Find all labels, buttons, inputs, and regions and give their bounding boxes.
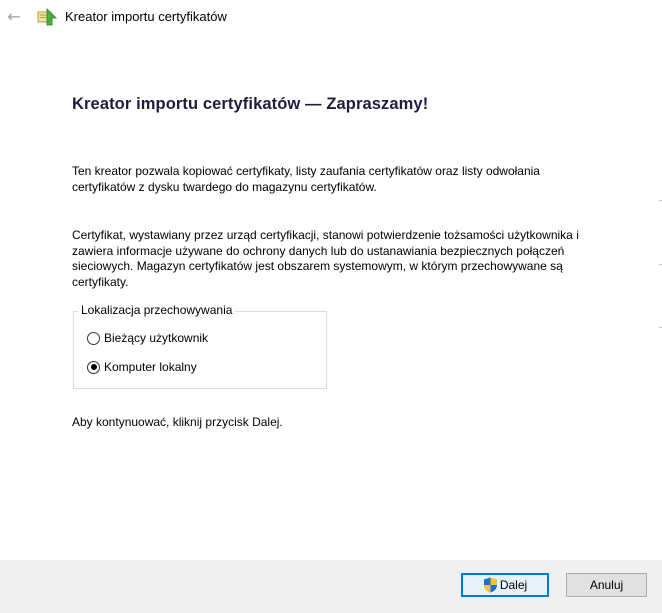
radio-local-machine-button[interactable] [87,360,100,374]
radio-current-user[interactable]: Bieżący użytkownik [87,331,208,345]
title-bar: ← Kreator importu certyfikatów [0,0,662,34]
store-location-group [73,311,327,389]
radio-current-user-label[interactable]: Bieżący użytkownik [104,331,208,345]
intro-paragraph: Ten kreator pozwala kopiować certyfikaty… [72,164,540,194]
page-heading: Kreator importu certyfikatów — Zapraszam… [72,95,429,113]
radio-local-machine[interactable]: Komputer lokalny [87,360,197,374]
continue-instruction: Aby kontynuować, kliknij przycisk Dalej. [72,415,283,429]
radio-local-machine-label[interactable]: Komputer lokalny [104,360,197,374]
window-title: Kreator importu certyfikatów [65,9,227,24]
next-button-label: Dalej [499,578,528,592]
next-button[interactable]: Dalej [461,573,549,597]
uac-shield-icon [483,577,497,593]
store-location-legend: Lokalizacja przechowywania [78,303,236,318]
button-bar [0,560,662,613]
cancel-button[interactable]: Anuluj [566,573,647,597]
back-arrow-icon[interactable]: ← [5,8,23,26]
certificate-wizard-icon [37,8,57,26]
radio-current-user-button[interactable] [87,331,100,345]
certificate-description: Certyfikat, wystawiany przez urząd certy… [72,228,579,289]
